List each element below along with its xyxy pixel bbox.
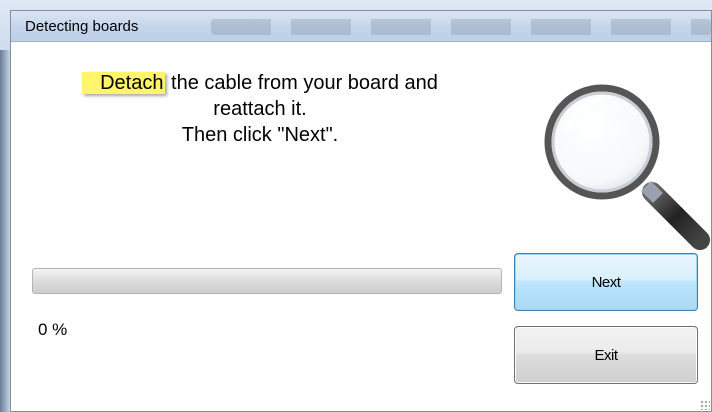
title-bar[interactable]: Detecting boards	[11, 11, 711, 42]
window-title: Detecting boards	[25, 18, 139, 35]
progress-percent-label: 0 %	[38, 320, 68, 339]
instruction-line1: the cable from your board and	[165, 72, 438, 94]
exit-button[interactable]: Exit	[514, 326, 698, 384]
next-button[interactable]: Next	[514, 253, 698, 311]
background-desktop-edge	[0, 0, 10, 412]
instruction-text: Detach the cable from your board and rea…	[40, 70, 480, 148]
instruction-line3: Then click "Next".	[181, 124, 339, 146]
detection-progress-bar	[32, 268, 502, 294]
instruction-line2: reattach it.	[213, 98, 307, 120]
background-window-ghost	[211, 19, 711, 35]
resize-grip[interactable]	[700, 400, 710, 410]
detach-highlight: Detach	[82, 72, 166, 94]
magnifying-glass-icon	[544, 84, 710, 250]
